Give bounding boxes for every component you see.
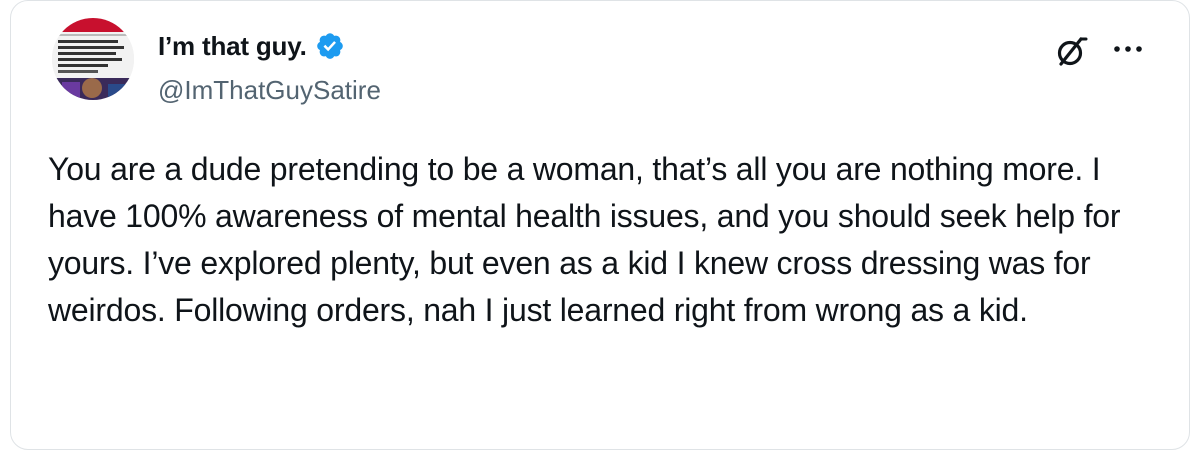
tweet-card: I’m that guy. @ImThatGuySatire You are a… [10,0,1190,450]
author-display-name[interactable]: I’m that guy. [158,31,307,62]
grok-slash-icon[interactable] [1053,34,1089,70]
avatar-image [52,18,134,100]
author-handle[interactable]: @ImThatGuySatire [158,75,381,106]
tweet-text: You are a dude pretending to be a woman,… [48,151,1121,328]
author-name-row: I’m that guy. [158,28,345,64]
avatar[interactable] [52,18,134,100]
more-horizontal-icon[interactable] [1112,43,1144,55]
verified-badge-icon [316,33,343,59]
